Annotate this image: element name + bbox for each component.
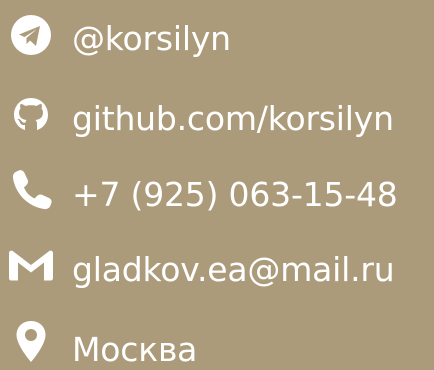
contact-github-link[interactable]: github.com/korsilyn — [0, 80, 434, 140]
contact-telegram-link[interactable]: @korsilyn — [0, 0, 434, 60]
location-city: Москва — [72, 330, 198, 369]
email-address: gladkov.ea@mail.ru — [72, 250, 395, 289]
telegram-handle: @korsilyn — [72, 19, 231, 58]
location-pin-icon — [6, 316, 56, 366]
github-icon — [6, 91, 56, 141]
contact-email-link[interactable]: gladkov.ea@mail.ru — [0, 234, 434, 294]
telegram-icon — [6, 10, 56, 60]
phone-number: +7 (925) 063-15-48 — [72, 175, 398, 214]
contact-phone-link[interactable]: +7 (925) 063-15-48 — [0, 156, 434, 216]
github-url: github.com/korsilyn — [72, 99, 394, 138]
contact-list: @korsilyn github.com/korsilyn +7 (925) 0… — [0, 0, 434, 370]
gmail-icon — [6, 240, 56, 290]
phone-icon — [6, 164, 56, 214]
contact-location-link[interactable]: Москва — [0, 310, 434, 370]
